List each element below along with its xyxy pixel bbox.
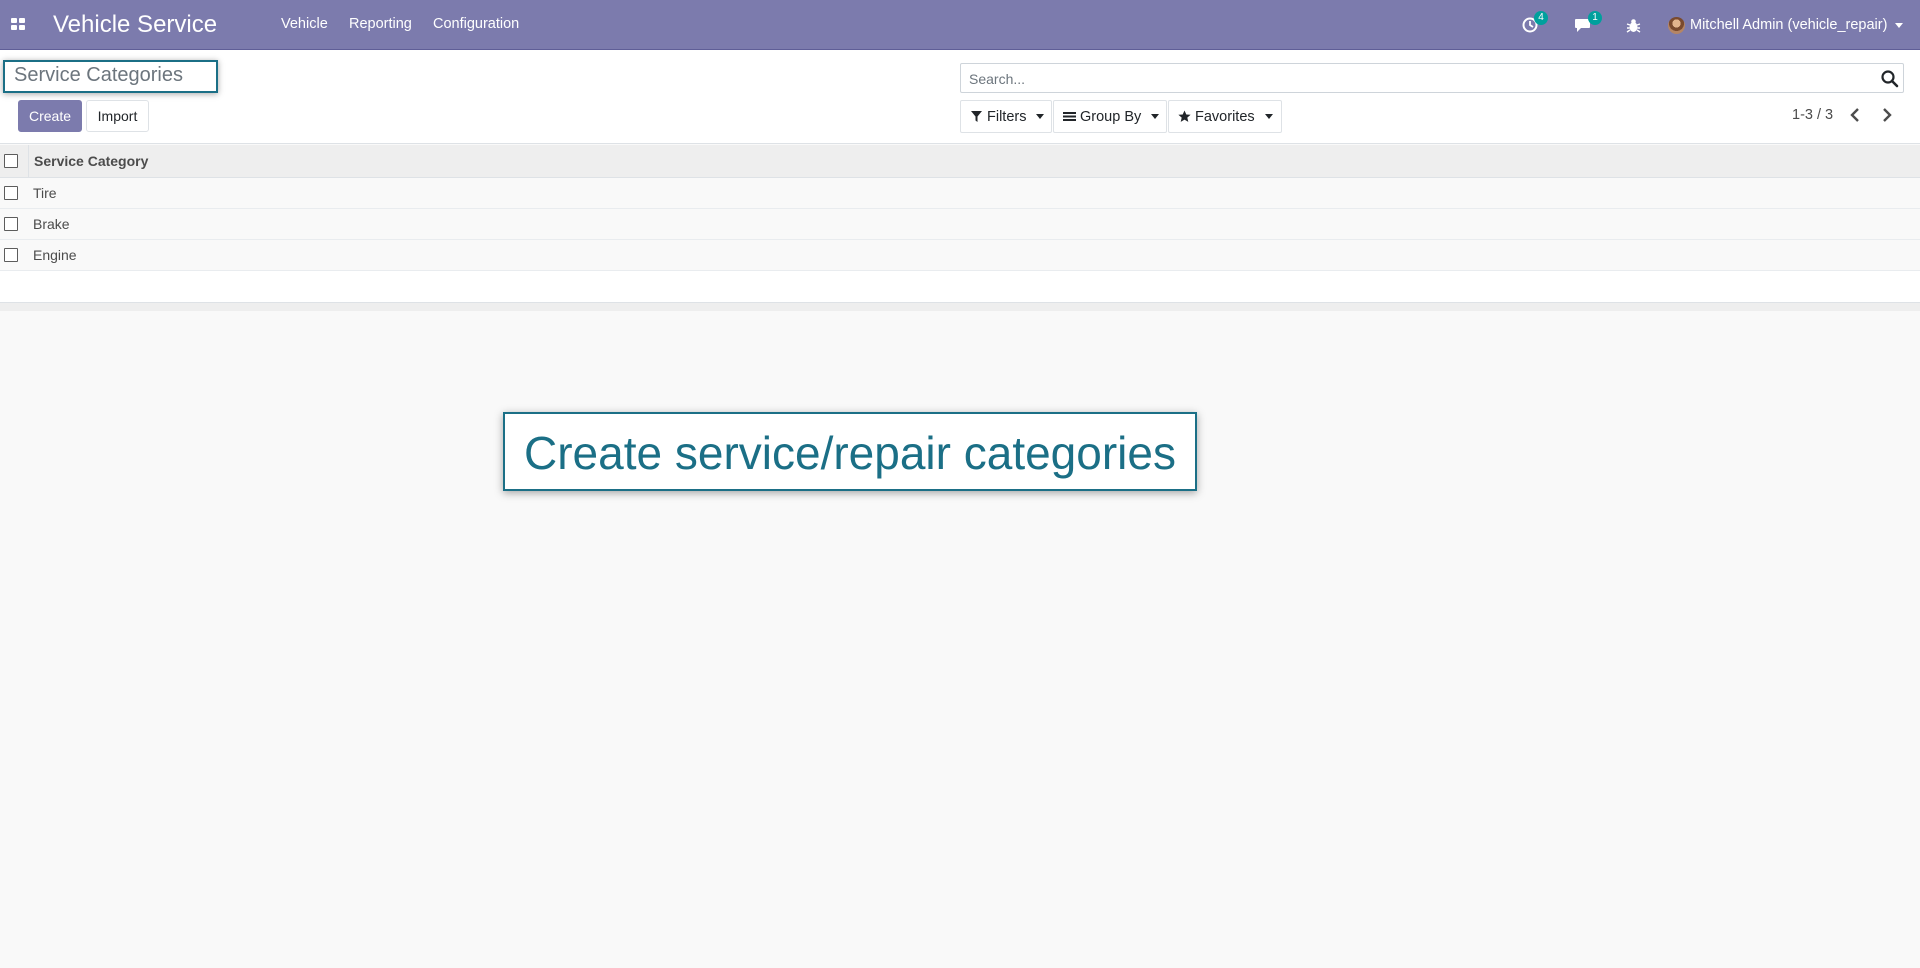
apps-grid-icon[interactable] <box>11 18 25 30</box>
top-navbar: Vehicle Service Vehicle Reporting Config… <box>0 0 1920 50</box>
chevron-down-icon <box>1895 22 1904 28</box>
activity-badge: 4 <box>1534 11 1548 25</box>
user-menu[interactable]: Mitchell Admin (vehicle_repair) <box>1668 14 1904 36</box>
row-service-category: Engine <box>33 247 77 263</box>
pager-value[interactable]: 1-3 / 3 <box>1792 107 1833 123</box>
app-title[interactable]: Vehicle Service <box>53 11 217 39</box>
select-all-checkbox[interactable] <box>4 154 18 168</box>
table-row[interactable]: Engine <box>0 240 1920 271</box>
import-button[interactable]: Import <box>86 100 149 132</box>
chevron-down-icon <box>1036 114 1045 119</box>
tutorial-callout: Create service/repair categories <box>503 412 1197 491</box>
messages-button[interactable]: 1 <box>1574 11 1602 36</box>
search-box[interactable] <box>960 63 1904 93</box>
row-checkbox[interactable] <box>4 217 18 231</box>
favorites-button[interactable]: Favorites <box>1168 100 1282 133</box>
chevron-down-icon <box>1151 114 1160 119</box>
menu-configuration[interactable]: Configuration <box>433 16 519 32</box>
star-icon <box>1178 110 1191 122</box>
activity-button[interactable]: 4 <box>1522 11 1548 36</box>
row-service-category: Tire <box>33 185 57 201</box>
chevron-right-icon[interactable] <box>1877 106 1895 124</box>
user-name: Mitchell Admin (vehicle_repair) <box>1690 17 1888 33</box>
messages-badge: 1 <box>1588 11 1602 25</box>
callout-text: Create service/repair categories <box>524 427 1176 479</box>
column-header-service-category[interactable]: Service Category <box>34 153 148 169</box>
group-by-button[interactable]: Group By <box>1053 100 1167 133</box>
row-checkbox[interactable] <box>4 248 18 262</box>
menu-reporting[interactable]: Reporting <box>349 16 412 32</box>
filters-button[interactable]: Filters <box>960 100 1052 133</box>
list-empty-row <box>0 271 1920 303</box>
row-service-category: Brake <box>33 216 70 232</box>
bug-icon <box>1626 19 1641 33</box>
debug-button[interactable] <box>1626 14 1648 36</box>
search-icon[interactable] <box>1880 69 1899 88</box>
filters-label: Filters <box>987 108 1027 125</box>
chevron-left-icon[interactable] <box>1847 106 1865 124</box>
menu-vehicle[interactable]: Vehicle <box>281 16 328 32</box>
group-by-label: Group By <box>1080 108 1142 125</box>
column-divider <box>28 145 29 178</box>
chevron-down-icon <box>1264 114 1273 119</box>
list-footer <box>0 303 1920 311</box>
bars-icon <box>1063 112 1076 121</box>
funnel-icon <box>971 111 982 122</box>
table-row[interactable]: Brake <box>0 209 1920 240</box>
list-header: Service Category <box>0 145 1920 178</box>
favorites-label: Favorites <box>1195 108 1255 125</box>
page-title: Service Categories <box>14 64 183 86</box>
row-checkbox[interactable] <box>4 186 18 200</box>
create-button[interactable]: Create <box>18 100 82 132</box>
avatar <box>1668 16 1685 34</box>
table-row[interactable]: Tire <box>0 178 1920 209</box>
search-input[interactable] <box>967 69 1867 89</box>
